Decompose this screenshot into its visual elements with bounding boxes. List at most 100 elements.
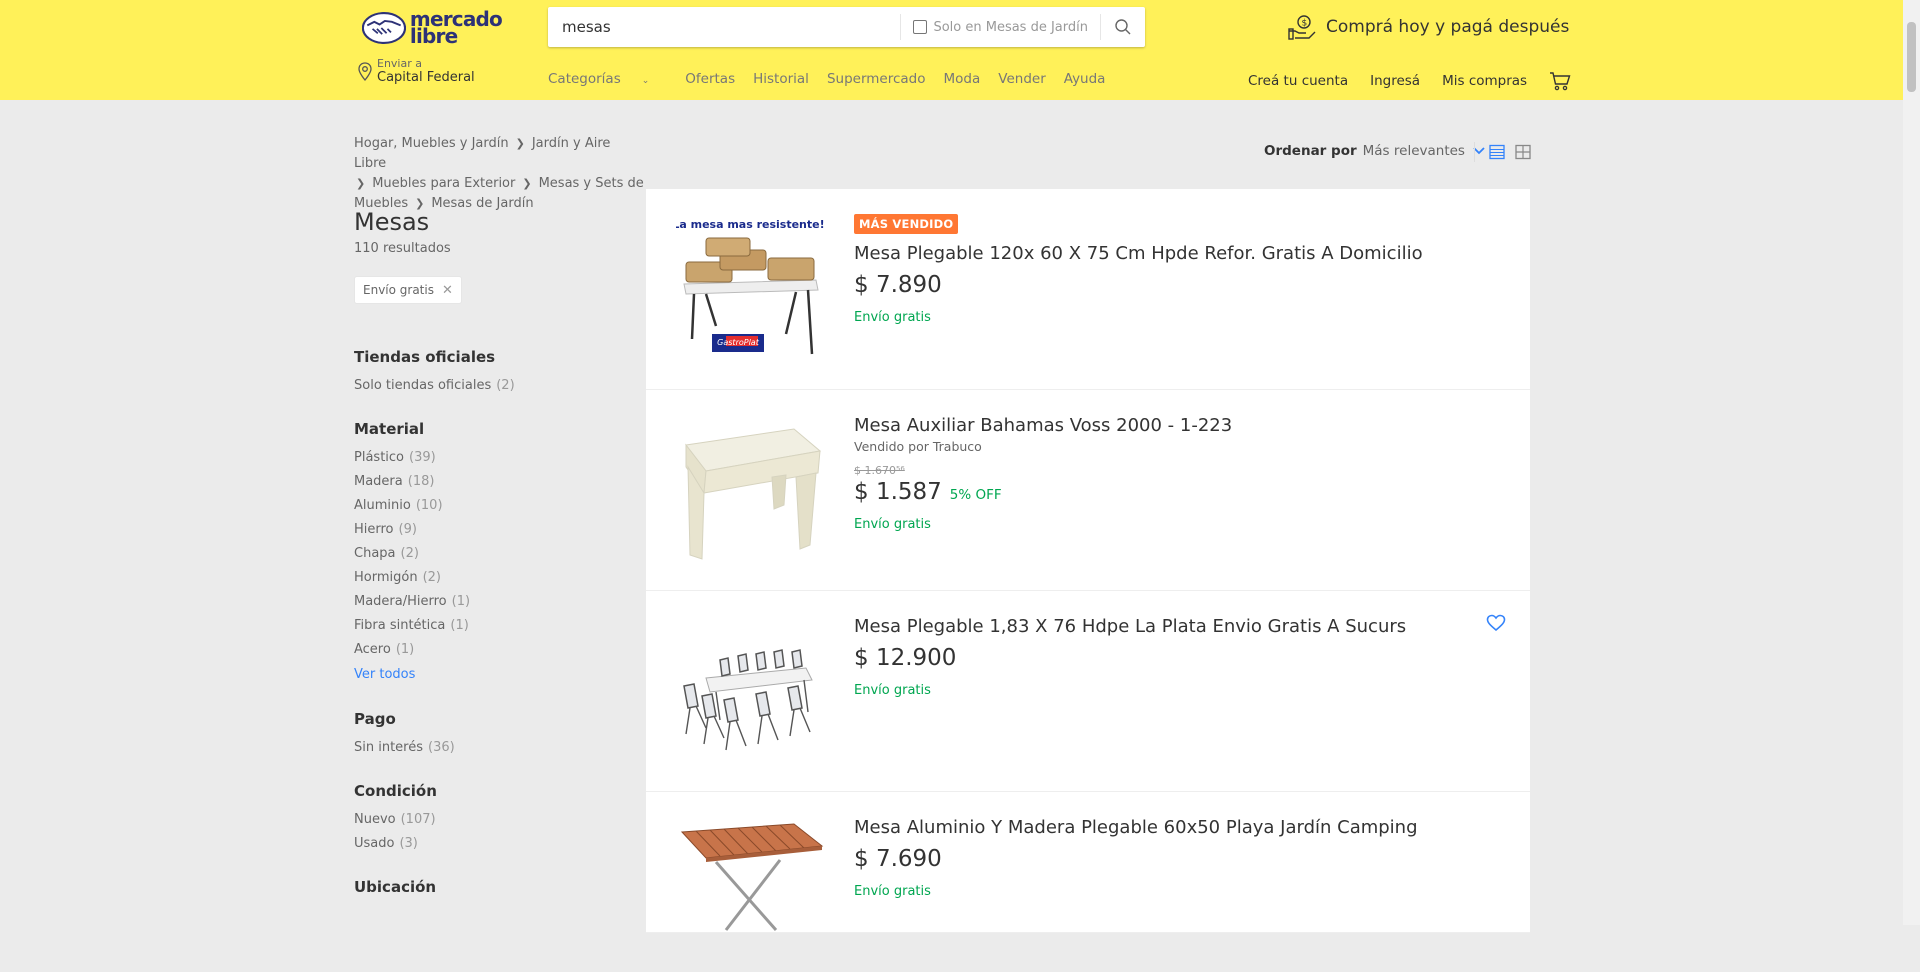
svg-text:$: $ (1302, 19, 1308, 29)
search-button[interactable] (1101, 7, 1145, 47)
category-only-checkbox[interactable]: Solo en Mesas de Jardín (901, 20, 1100, 35)
list-view-icon[interactable] (1489, 144, 1505, 160)
filter-option[interactable]: Madera/Hierro (1) (354, 590, 634, 614)
product-info: Mesa Plegable 1,83 X 76 Hdpe La Plata En… (854, 615, 1406, 698)
logo-text: mercado libre (409, 7, 503, 48)
scrollbar-thumb[interactable] (1907, 22, 1916, 92)
product-title[interactable]: Mesa Auxiliar Bahamas Voss 2000 - 1-223 (854, 414, 1232, 438)
filter-option[interactable]: Aluminio (10) (354, 494, 634, 518)
product-price: $ 7.690 (854, 846, 942, 872)
create-account-link[interactable]: Creá tu cuenta (1248, 73, 1348, 89)
chevron-right-icon: ❯ (522, 177, 532, 190)
main-nav: Categorías ⌄ Ofertas Historial Supermerca… (548, 71, 1123, 87)
chevron-down-icon: ⌄ (641, 76, 650, 86)
filter-option[interactable]: Acero (1) (354, 638, 634, 662)
product-price: $ 1.587 5% OFF (854, 479, 1002, 505)
cart-icon[interactable] (1549, 71, 1571, 91)
filter-group-condition: Condición Nuevo (107) Usado (3) (354, 782, 634, 856)
location-value: Capital Federal (377, 70, 475, 85)
nav-categorias[interactable]: Categorías ⌄ (548, 71, 667, 87)
filter-option[interactable]: Usado (3) (354, 832, 634, 856)
location-pin-icon (358, 62, 372, 81)
filter-option[interactable]: Sin interés (36) (354, 736, 634, 760)
product-info: Mesa Auxiliar Bahamas Voss 2000 - 1-223 … (854, 414, 1232, 532)
see-all-link[interactable]: Ver todos (354, 662, 634, 688)
product-info: Mesa Aluminio Y Madera Plegable 60x50 Pl… (854, 816, 1418, 899)
view-toggle (1474, 142, 1541, 162)
filter-option[interactable]: Plástico (39) (354, 446, 634, 470)
buy-now-pay-later-promo[interactable]: $ Comprá hoy y pagá después (1288, 14, 1569, 40)
sort-dropdown[interactable]: Ordenar por Más relevantes (1264, 143, 1485, 159)
filter-option[interactable]: Chapa (2) (354, 542, 634, 566)
my-purchases-link[interactable]: Mis compras (1442, 73, 1527, 89)
seller-label[interactable]: Vendido por Trabuco (854, 439, 1232, 454)
page-scrollbar[interactable] (1903, 0, 1920, 925)
product-image[interactable]: La mesa mas resistente!! GastroPlat (676, 209, 826, 369)
results-list: La mesa mas resistente!! GastroPlat MÁS … (646, 189, 1530, 933)
user-nav: Creá tu cuenta Ingresá Mis compras (1248, 71, 1571, 91)
product-image[interactable] (676, 410, 826, 570)
location-label: Enviar a (377, 57, 422, 70)
nav-moda[interactable]: Moda (944, 71, 981, 87)
original-price: $ 1.670⁵⁶ (854, 464, 905, 477)
product-card[interactable]: Mesa Plegable 1,83 X 76 Hdpe La Plata En… (646, 591, 1530, 792)
filter-title: Material (354, 420, 425, 438)
product-title[interactable]: Mesa Plegable 1,83 X 76 Hdpe La Plata En… (854, 615, 1406, 639)
header: mercado libre mesas Solo en Mesas de Jar… (0, 0, 1903, 100)
nav-vender[interactable]: Vender (998, 71, 1045, 87)
filter-group-payment: Pago Sin interés (36) (354, 710, 634, 760)
filter-option[interactable]: Madera (18) (354, 470, 634, 494)
view-divider (1474, 142, 1475, 162)
filter-title: Tiendas oficiales (354, 348, 496, 366)
breadcrumb-item[interactable]: Hogar, Muebles y Jardín (354, 136, 509, 151)
table-with-chairs-image (676, 616, 826, 766)
filter-option[interactable]: Solo tiendas oficiales (2) (354, 374, 634, 398)
discount-label: 5% OFF (949, 487, 1002, 503)
nav-historial[interactable]: Historial (753, 71, 809, 87)
filter-title: Pago (354, 710, 396, 728)
breadcrumb-item[interactable]: Mesas de Jardín (431, 196, 533, 211)
product-card[interactable]: La mesa mas resistente!! GastroPlat MÁS … (646, 189, 1530, 390)
checkbox-box[interactable] (913, 20, 928, 34)
filter-option[interactable]: Hormigón (2) (354, 566, 634, 590)
close-icon[interactable]: ✕ (442, 283, 453, 298)
product-image[interactable] (676, 812, 826, 972)
nav-ofertas[interactable]: Ofertas (685, 71, 735, 87)
product-title[interactable]: Mesa Plegable 120x 60 X 75 Cm Hpde Refor… (854, 242, 1423, 266)
chevron-right-icon: ❯ (515, 137, 525, 150)
favorite-button[interactable] (1486, 614, 1506, 636)
heart-icon (1486, 614, 1506, 632)
product-title[interactable]: Mesa Aluminio Y Madera Plegable 60x50 Pl… (854, 816, 1418, 840)
best-seller-badge: MÁS VENDIDO (854, 214, 959, 234)
page-title: Mesas (354, 208, 430, 236)
filter-group-location: Ubicación (354, 878, 634, 896)
wooden-folding-table-image (676, 812, 826, 932)
filter-title: Ubicación (354, 878, 437, 896)
filter-title: Condición (354, 782, 437, 800)
results-count: 110 resultados (354, 241, 451, 256)
search-input[interactable]: mesas (548, 18, 900, 36)
product-image[interactable] (676, 611, 826, 771)
product-card[interactable]: Mesa Auxiliar Bahamas Voss 2000 - 1-223 … (646, 390, 1530, 591)
nav-ayuda[interactable]: Ayuda (1064, 71, 1106, 87)
search-icon (1115, 19, 1131, 35)
nav-supermercado[interactable]: Supermercado (827, 71, 926, 87)
filter-option[interactable]: Fibra sintética (1) (354, 614, 634, 638)
filter-option[interactable]: Nuevo (107) (354, 808, 634, 832)
shipping-location[interactable]: Enviar a Capital Federal (358, 58, 475, 86)
grid-view-icon[interactable] (1515, 144, 1531, 160)
filter-option[interactable]: Hierro (9) (354, 518, 634, 542)
chip-label: Envío gratis (363, 283, 434, 297)
plastic-table-image (676, 415, 826, 565)
product-card[interactable]: Mesa Aluminio Y Madera Plegable 60x50 Pl… (646, 792, 1530, 933)
active-filter-chip[interactable]: Envío gratis ✕ (354, 276, 462, 304)
search-bar: mesas Solo en Mesas de Jardín (548, 7, 1145, 47)
sort-value: Más relevantes (1362, 143, 1465, 159)
mercadolibre-logo[interactable]: mercado libre (362, 7, 503, 48)
login-link[interactable]: Ingresá (1370, 73, 1420, 89)
svg-text:GastroPlat: GastroPlat (717, 338, 760, 347)
breadcrumb-item[interactable]: Muebles para Exterior (372, 176, 515, 191)
filter-group-official-stores: Tiendas oficiales Solo tiendas oficiales… (354, 348, 634, 398)
filters-panel: Tiendas oficiales Solo tiendas oficiales… (354, 348, 634, 918)
product-price: $ 12.900 (854, 645, 957, 671)
